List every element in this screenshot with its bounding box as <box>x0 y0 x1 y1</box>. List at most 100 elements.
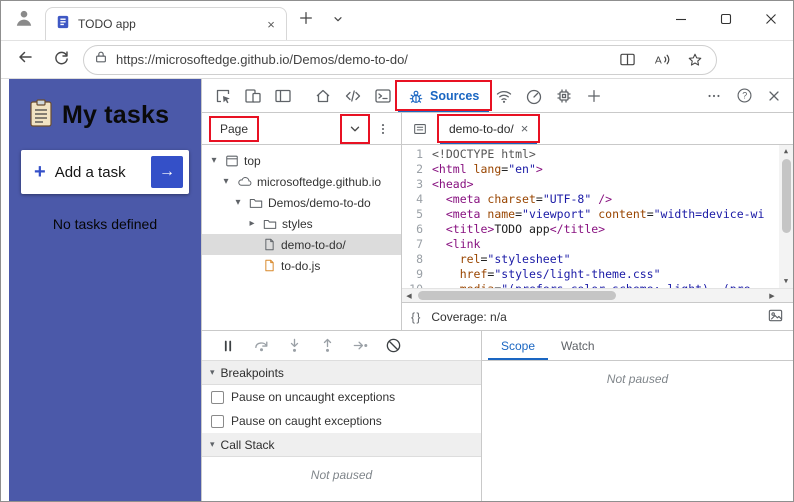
performance-tool-button[interactable] <box>519 79 549 112</box>
tab-scope[interactable]: Scope <box>488 331 548 360</box>
pause-uncaught-checkbox[interactable] <box>211 390 224 404</box>
close-icon <box>765 12 777 30</box>
read-aloud-icon: A <box>654 54 669 66</box>
editor-tab-demo-to-do[interactable]: demo-to-do/ × <box>436 113 541 144</box>
navigator-menu-button[interactable] <box>371 117 395 141</box>
navigator-tabs: Page <box>202 113 401 145</box>
editor-pane: demo-to-do/ × 1 <!DOCTYPE html> 2 <html lan… <box>402 113 793 330</box>
elements-tool-button[interactable] <box>338 79 368 112</box>
code-line: 3 <head> <box>416 177 474 191</box>
step-over-button[interactable] <box>251 336 271 356</box>
address-bar[interactable]: https://microsoftedge.github.io/Demos/de… <box>83 44 717 75</box>
call-stack-section-header[interactable]: ▾ Call Stack <box>202 433 481 457</box>
editor-tab-label: demo-to-do/ <box>449 121 514 136</box>
tree-item-domain[interactable]: ▾ microsoftedge.github.io <box>202 171 401 192</box>
call-stack-message: Not paused <box>310 468 373 482</box>
code-line: 4 <meta charset="UTF-8" /> <box>416 192 613 206</box>
split-screen-icon <box>619 53 635 66</box>
more-options-button[interactable] <box>699 79 729 112</box>
tree-item-folder[interactable]: ▾ Demos/demo-to-do <box>202 192 401 213</box>
deactivate-breakpoints-button[interactable] <box>383 336 403 356</box>
tab-list-button[interactable] <box>325 8 351 34</box>
tree-item-styles[interactable]: ▸ styles <box>202 213 401 234</box>
scroll-left-arrow[interactable]: ◀ <box>402 289 416 302</box>
add-task-button[interactable]: + Add a task → <box>21 150 189 194</box>
help-button[interactable]: ? <box>729 79 759 112</box>
tree-item-top[interactable]: ▾ top <box>202 150 401 171</box>
read-aloud-button[interactable]: A <box>648 47 674 73</box>
pause-uncaught-row: Pause on uncaught exceptions <box>202 385 481 409</box>
pause-caught-checkbox[interactable] <box>211 414 224 428</box>
welcome-tool-button[interactable] <box>308 79 338 112</box>
expander-icon[interactable]: ▾ <box>232 197 244 208</box>
add-tool-button[interactable] <box>579 79 609 112</box>
maximize-button[interactable] <box>703 1 748 41</box>
elements-icon <box>345 89 361 102</box>
tree-item-to-do-js[interactable]: to-do.js <box>202 255 401 276</box>
expander-icon[interactable]: ▾ <box>208 155 220 166</box>
scope-tab-strip: Scope Watch <box>482 331 793 361</box>
lock-icon <box>94 50 108 69</box>
scroll-right-arrow[interactable]: ▶ <box>765 289 779 302</box>
todo-app-page: My tasks + Add a task → No tasks defined <box>1 79 201 501</box>
code-editor[interactable]: 1 <!DOCTYPE html> 2 <html lang="en"> 3 <head>… <box>402 145 793 288</box>
memory-chip-icon <box>557 89 571 102</box>
submit-arrow-icon: → <box>151 156 183 188</box>
inspect-element-button[interactable] <box>208 79 238 112</box>
minimize-button[interactable] <box>658 1 703 41</box>
vertical-scrollbar[interactable]: ▲ ▼ <box>779 145 793 288</box>
coverage-label: Coverage: n/a <box>431 309 507 324</box>
sources-tool-tab[interactable]: Sources <box>394 79 493 112</box>
step-out-button[interactable] <box>317 336 337 356</box>
step-into-button[interactable] <box>284 336 304 356</box>
bug-icon <box>409 90 423 103</box>
device-emulation-button[interactable] <box>238 79 268 112</box>
file-tree: ▾ top ▾ microsoftedge.github.io ▾ Demos/… <box>202 145 401 330</box>
scroll-down-arrow[interactable]: ▼ <box>779 275 793 288</box>
svg-text:?: ? <box>742 91 747 101</box>
step-button[interactable] <box>350 336 370 356</box>
console-tool-button[interactable] <box>368 79 398 112</box>
tab-close-button[interactable]: × <box>262 15 280 33</box>
refresh-button[interactable] <box>47 46 75 74</box>
scope-message: Not paused <box>606 372 669 386</box>
plus-icon: + <box>34 161 46 183</box>
js-file-icon <box>265 259 274 272</box>
more-tabs-button[interactable] <box>408 117 432 141</box>
close-devtools-button[interactable] <box>759 79 789 112</box>
scrollbar-thumb[interactable] <box>418 291 616 300</box>
expander-icon[interactable]: ▾ <box>220 176 232 187</box>
new-tab-button[interactable] <box>293 8 319 34</box>
more-tabs-icon <box>414 123 426 134</box>
split-screen-button[interactable] <box>614 47 640 73</box>
sources-label: Sources <box>430 88 480 103</box>
more-navigator-tabs-button[interactable] <box>340 113 370 144</box>
scrollbar-thumb[interactable] <box>781 159 791 233</box>
close-file-button[interactable]: × <box>521 122 529 135</box>
code-line: 9 href="styles/light-theme.css" <box>416 267 661 281</box>
pause-script-button[interactable] <box>218 336 238 356</box>
pretty-print-button[interactable]: { } <box>411 310 420 324</box>
scroll-up-arrow[interactable]: ▲ <box>779 145 793 158</box>
todo-app-favicon <box>56 15 70 34</box>
image-preview-button[interactable] <box>767 307 784 327</box>
frame-icon <box>226 155 238 166</box>
tab-watch[interactable]: Watch <box>548 331 608 360</box>
breakpoints-section-header[interactable]: ▾ Breakpoints <box>202 361 481 385</box>
expander-icon: ▾ <box>210 367 215 377</box>
back-button[interactable] <box>11 46 39 74</box>
profile-avatar[interactable] <box>9 6 39 36</box>
horizontal-scrollbar[interactable]: ◀ ▶ <box>402 288 793 303</box>
favorites-button[interactable] <box>682 47 708 73</box>
page-tab[interactable]: Page <box>208 115 260 142</box>
tree-item-demo-to-do[interactable]: demo-to-do/ <box>202 234 401 255</box>
network-tool-button[interactable] <box>489 79 519 112</box>
home-icon <box>316 89 330 102</box>
memory-tool-button[interactable] <box>549 79 579 112</box>
browser-tab[interactable]: TODO app × <box>45 7 287 40</box>
close-window-button[interactable] <box>748 1 793 41</box>
expander-icon[interactable]: ▸ <box>246 218 258 229</box>
person-icon <box>13 7 35 34</box>
layout-panel-button[interactable] <box>268 79 298 112</box>
navigator-pane: Page ▾ top ▾ microsoftedge.github.io ▾ D… <box>202 113 402 330</box>
